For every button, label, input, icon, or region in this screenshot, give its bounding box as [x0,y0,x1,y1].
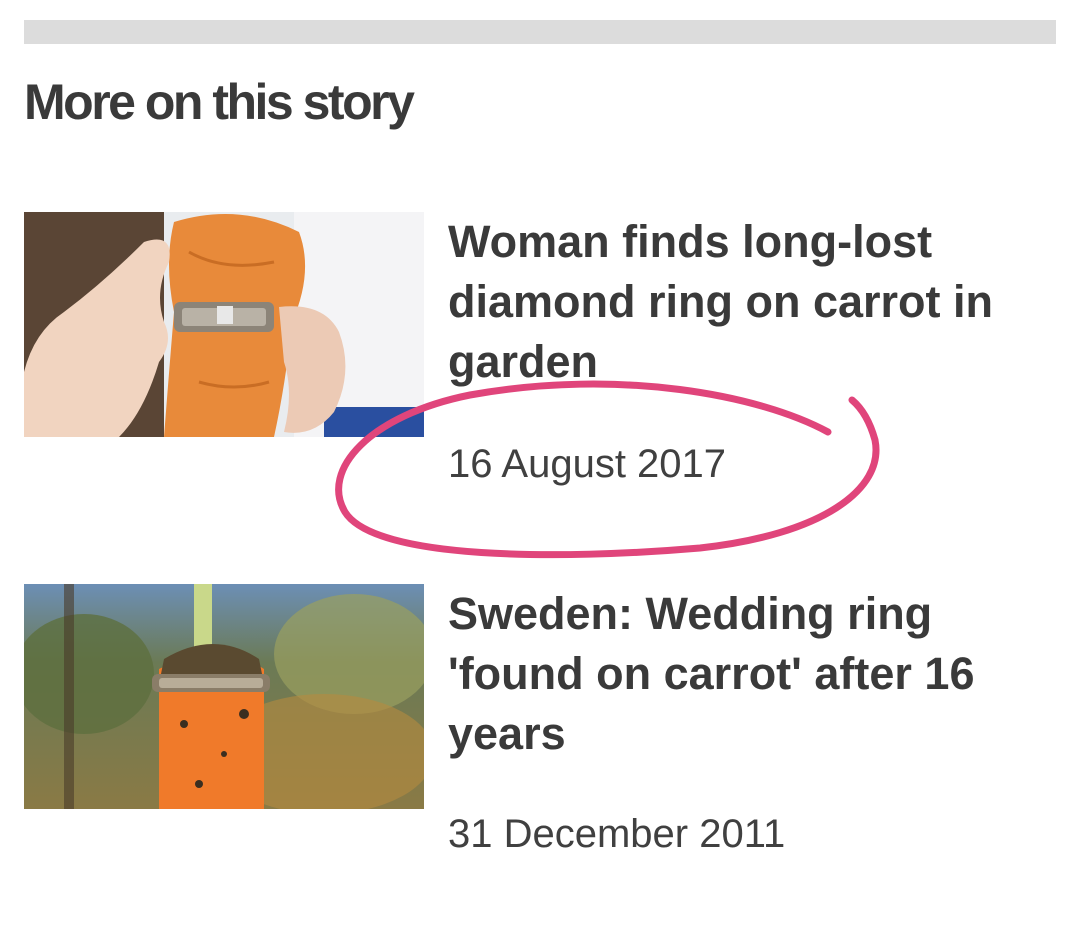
story-date: 16 August 2017 [448,442,727,486]
story-date: 31 December 2011 [448,812,786,856]
thumbnail-image [24,584,424,809]
story-thumbnail-ring-on-carrot-garden[interactable] [24,584,424,809]
top-divider-bar [24,20,1056,44]
story-thumbnail-ring-on-carrot[interactable] [24,212,424,437]
thumbnail-image [24,212,424,437]
story-headline-link[interactable]: Sweden: Wedding ring 'found on carrot' a… [448,584,1028,764]
section-title: More on this story [24,74,415,130]
story-headline-link[interactable]: Woman finds long-lost diamond ring on ca… [448,212,1028,392]
